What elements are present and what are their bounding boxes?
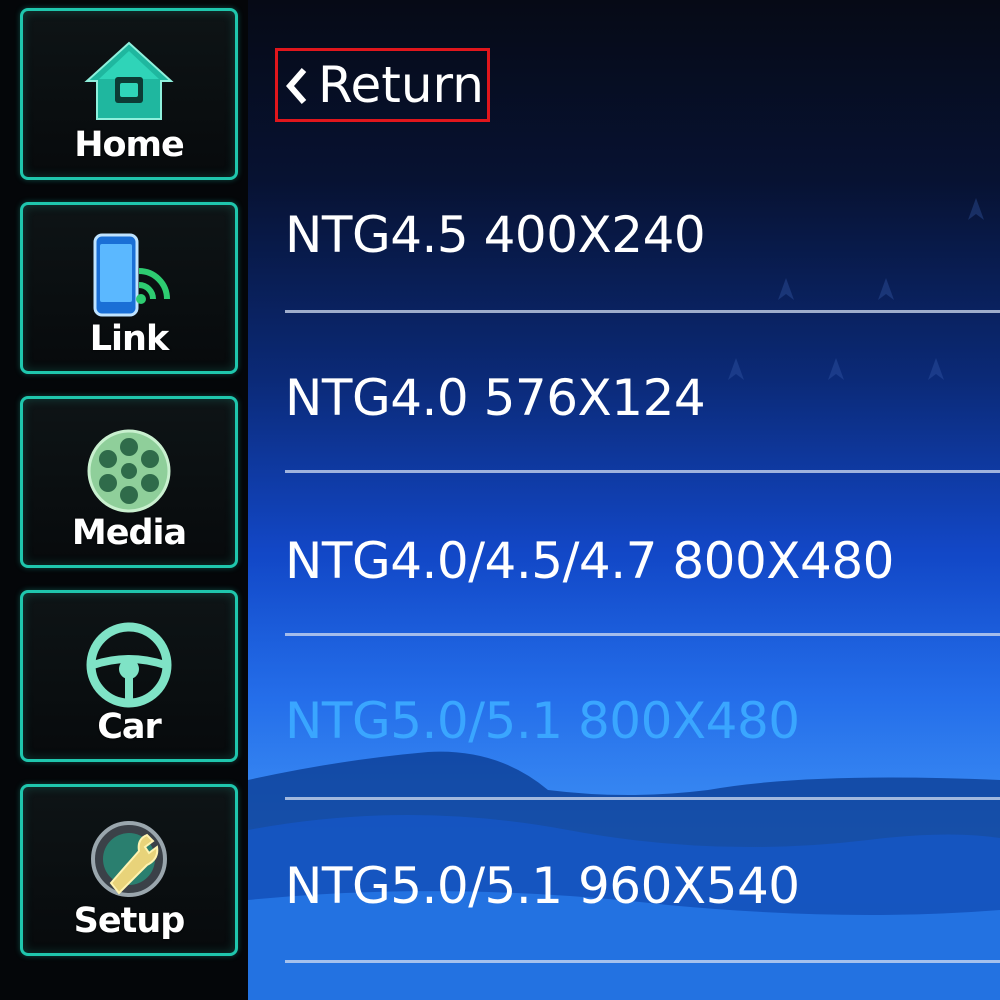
home-icon bbox=[81, 35, 177, 131]
resolution-label: NTG4.5 400X240 bbox=[285, 206, 706, 264]
divider bbox=[285, 797, 1000, 800]
resolution-label: NTG4.0 576X124 bbox=[285, 369, 706, 427]
sidebar-item-setup[interactable]: Setup bbox=[20, 784, 238, 956]
sidebar: Home Link Media Car Setup bbox=[0, 0, 248, 1000]
resolution-option[interactable]: NTG4.0/4.5/4.7 800X480 bbox=[285, 506, 1000, 616]
resolution-label: NTG4.0/4.5/4.7 800X480 bbox=[285, 532, 894, 590]
sidebar-item-label: Link bbox=[89, 319, 170, 359]
sidebar-item-label: Media bbox=[71, 513, 187, 553]
divider bbox=[285, 633, 1000, 636]
chevron-left-icon bbox=[286, 68, 307, 104]
sidebar-item-label: Home bbox=[74, 125, 185, 165]
resolution-label: NTG5.0/5.1 960X540 bbox=[285, 857, 800, 915]
divider bbox=[285, 310, 1000, 313]
film-reel-icon bbox=[81, 423, 177, 519]
sidebar-item-home[interactable]: Home bbox=[20, 8, 238, 180]
resolution-option-selected[interactable]: NTG5.0/5.1 800X480 bbox=[285, 666, 1000, 776]
sidebar-item-media[interactable]: Media bbox=[20, 396, 238, 568]
sidebar-item-link[interactable]: Link bbox=[20, 202, 238, 374]
phone-link-icon bbox=[81, 229, 177, 325]
return-label: Return bbox=[318, 56, 484, 114]
return-button[interactable]: Return bbox=[275, 48, 490, 122]
divider bbox=[285, 470, 1000, 473]
resolution-option[interactable]: NTG4.0 576X124 bbox=[285, 343, 1000, 453]
main-panel: Return NTG4.5 400X240 NTG4.0 576X124 NTG… bbox=[248, 0, 1000, 1000]
screen: Home Link Media Car Setup Return NTG4.5 … bbox=[0, 0, 1000, 1000]
sidebar-item-car[interactable]: Car bbox=[20, 590, 238, 762]
gear-wrench-icon bbox=[81, 811, 177, 907]
steering-wheel-icon bbox=[81, 617, 177, 713]
divider bbox=[285, 960, 1000, 963]
resolution-option[interactable]: NTG4.5 400X240 bbox=[285, 180, 1000, 290]
resolution-label: NTG5.0/5.1 800X480 bbox=[285, 692, 800, 750]
resolution-option[interactable]: NTG5.0/5.1 960X540 bbox=[285, 831, 1000, 941]
sidebar-item-label: Car bbox=[97, 707, 162, 747]
sidebar-item-label: Setup bbox=[73, 901, 186, 941]
